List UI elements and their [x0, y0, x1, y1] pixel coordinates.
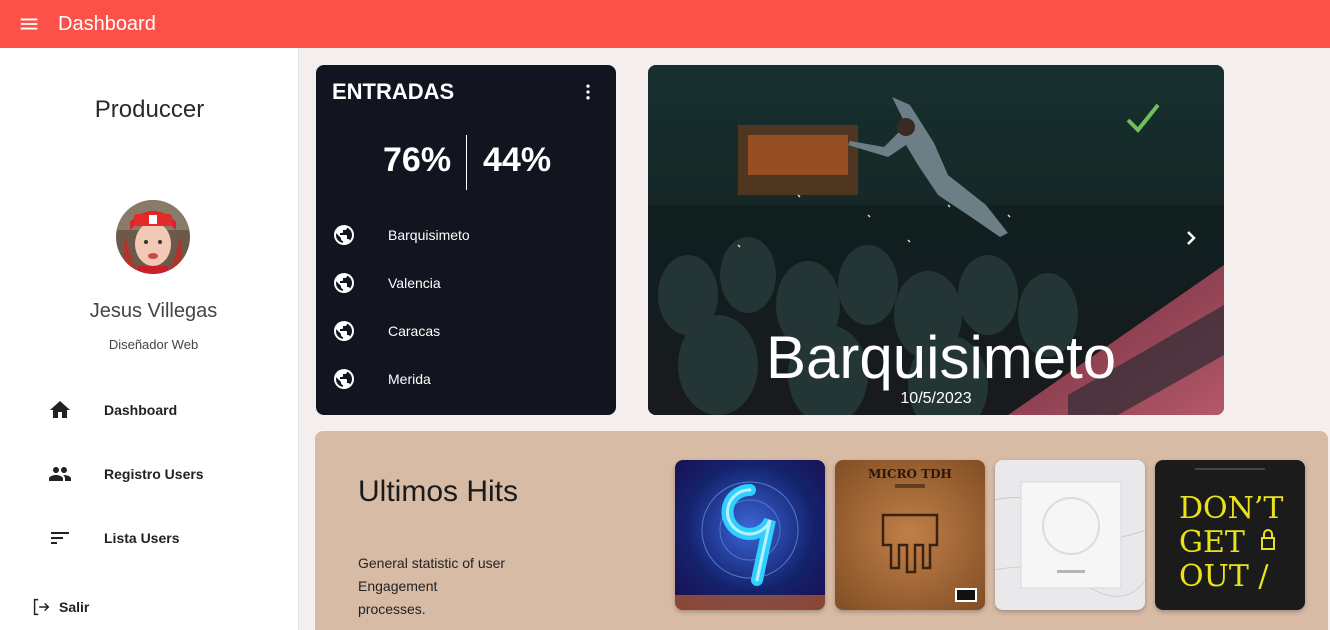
svg-text:OUT /: OUT / — [1179, 559, 1269, 594]
city-label: Caracas — [388, 323, 441, 339]
hits-title: Ultimos Hits — [358, 475, 519, 508]
logout-button[interactable]: Salir — [30, 596, 89, 618]
hero-city-text: Barquisimeto — [766, 324, 1117, 391]
city-item[interactable]: Merida — [332, 365, 431, 393]
app-title: Dashboard — [58, 12, 156, 35]
event-carousel: Barquisimeto 10/5/2023 — [648, 65, 1224, 415]
white-marble-cover — [995, 460, 1145, 610]
more-vert-icon — [586, 84, 590, 100]
latest-hits-panel: Ultimos Hits General statistic of user E… — [315, 431, 1328, 630]
sort-icon — [51, 532, 69, 544]
globe-icon — [334, 273, 354, 293]
menu-icon — [20, 18, 38, 30]
carousel-next-button[interactable] — [1178, 225, 1204, 251]
album-card[interactable] — [675, 460, 825, 610]
home-icon — [50, 401, 70, 418]
album-card[interactable]: DON’T GET OUT / — [1155, 460, 1305, 610]
globe-icon — [334, 225, 354, 245]
nav-item-dashboard[interactable]: Dashboard — [0, 388, 299, 432]
people-icon — [49, 467, 71, 481]
city-item[interactable]: Barquisimeto — [332, 221, 470, 249]
more-options-button[interactable] — [578, 79, 598, 105]
globe-icon — [334, 321, 354, 341]
stat-left: 76% — [383, 141, 452, 179]
nav-label: Dashboard — [104, 402, 178, 418]
nav-label: Registro Users — [104, 466, 204, 482]
city-item[interactable]: Caracas — [332, 317, 440, 345]
city-label: Barquisimeto — [388, 227, 470, 243]
user-name: Jesus Villegas — [89, 300, 218, 322]
sidebar: Produccer Jesus Villegas Diseñador Web D… — [0, 48, 299, 630]
nav-label: Lista Users — [104, 530, 180, 546]
avatar — [116, 200, 190, 274]
app-bar: Dashboard — [0, 0, 1330, 48]
logout-icon — [33, 598, 50, 616]
chevron-right-icon — [1187, 231, 1196, 245]
album-card[interactable]: MICRO TDH — [835, 460, 985, 610]
city-label: Merida — [388, 371, 431, 387]
globe-icon — [334, 369, 354, 389]
logout-label: Salir — [59, 599, 90, 615]
nav-item-lista-users[interactable]: Lista Users — [0, 516, 299, 560]
album-title: MICRO TDH — [868, 467, 952, 481]
brand-name: Produccer — [94, 96, 205, 123]
stat-right: 44% — [483, 141, 552, 179]
hero-date: 10/5/2023 — [900, 390, 972, 407]
menu-button[interactable] — [0, 0, 58, 48]
user-role: Diseñador Web — [108, 337, 199, 352]
svg-text:GET: GET — [1179, 525, 1245, 560]
dont-get-out-cover: DON’T GET OUT / — [1155, 460, 1305, 610]
micro-tdh-cover: MICRO TDH — [835, 460, 985, 610]
nav-item-registro-users[interactable]: Registro Users — [0, 452, 299, 496]
city-label: Valencia — [388, 275, 441, 291]
blue-nine-cover — [675, 460, 825, 610]
album-card[interactable] — [995, 460, 1145, 610]
stat-divider — [466, 135, 467, 190]
hits-description: General statistic of user Engagement pro… — [358, 555, 506, 617]
svg-text:DON’T: DON’T — [1179, 491, 1283, 526]
entradas-card: ENTRADAS 76% 44% Barquisimeto Valencia C… — [316, 65, 616, 415]
city-item[interactable]: Valencia — [332, 269, 441, 297]
card-title: ENTRADAS — [332, 79, 455, 104]
